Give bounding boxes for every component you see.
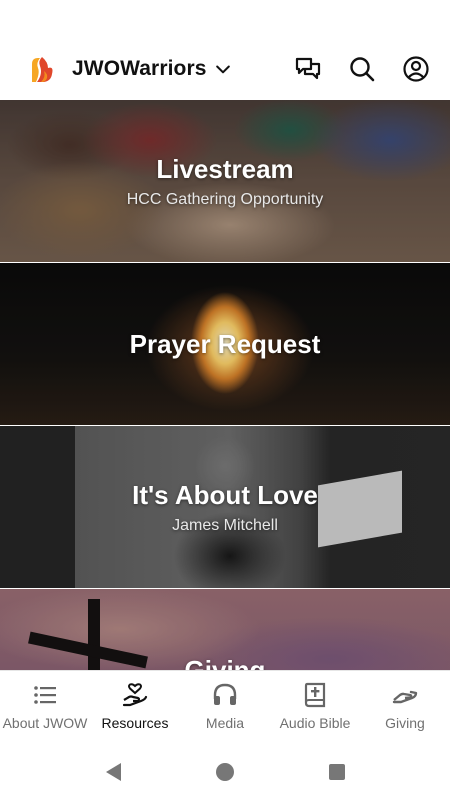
app-header: JWOWarriors: [0, 38, 450, 100]
bible-icon: [304, 682, 326, 708]
bottom-navigation: About JWOW Resources Media Audio Bible G…: [0, 670, 450, 744]
home-button[interactable]: [205, 752, 245, 792]
card-title: Livestream: [156, 153, 294, 184]
card-subtitle: HCC Gathering Opportunity: [126, 190, 324, 208]
chevron-down-icon: [215, 65, 230, 74]
nav-label: About JWOW: [2, 715, 88, 731]
card-title: Giving: [184, 655, 266, 670]
giving-hand-icon: [392, 690, 418, 704]
header-actions: [274, 49, 436, 89]
system-navigation-bar: [0, 744, 450, 800]
its-about-love-card[interactable]: It's About Love James Mitchell: [0, 426, 450, 588]
account-circle-icon: [403, 56, 429, 82]
nav-label: Giving: [385, 715, 425, 731]
nav-audio-bible[interactable]: Audio Bible: [270, 671, 360, 744]
nav-giving[interactable]: Giving: [360, 671, 450, 744]
nav-label: Media: [205, 715, 245, 731]
prayer-request-card[interactable]: Prayer Request: [0, 263, 450, 425]
recents-square-icon: [329, 764, 345, 780]
giving-card[interactable]: Giving: [0, 589, 450, 670]
org-switcher[interactable]: JWOWarriors: [72, 57, 233, 81]
messages-button[interactable]: [288, 49, 328, 89]
profile-button[interactable]: [396, 49, 436, 89]
search-button[interactable]: [342, 49, 382, 89]
back-triangle-icon: [106, 763, 121, 781]
nav-about-jwow[interactable]: About JWOW: [0, 671, 90, 744]
recents-button[interactable]: [317, 752, 357, 792]
livestream-card[interactable]: Livestream HCC Gathering Opportunity: [0, 100, 450, 262]
back-button[interactable]: [93, 752, 133, 792]
nav-label: Resources: [101, 715, 169, 731]
status-bar: [0, 0, 450, 38]
org-name: JWOWarriors: [72, 57, 207, 80]
nav-resources[interactable]: Resources: [90, 671, 180, 744]
home-circle-icon: [216, 763, 234, 781]
nav-label: Audio Bible: [279, 715, 351, 731]
headphones-icon: [213, 683, 237, 705]
card-title: Prayer Request: [129, 328, 321, 359]
resources-feed: Livestream HCC Gathering Opportunity Pra…: [0, 100, 450, 670]
chat-bubbles-icon: [295, 57, 321, 80]
list-icon: [34, 686, 56, 704]
card-subtitle: James Mitchell: [172, 516, 278, 534]
nav-media[interactable]: Media: [180, 671, 270, 744]
card-title: It's About Love: [132, 479, 318, 510]
search-icon: [350, 57, 375, 82]
app-logo-icon: [32, 57, 53, 82]
hand-heart-icon: [122, 683, 148, 707]
